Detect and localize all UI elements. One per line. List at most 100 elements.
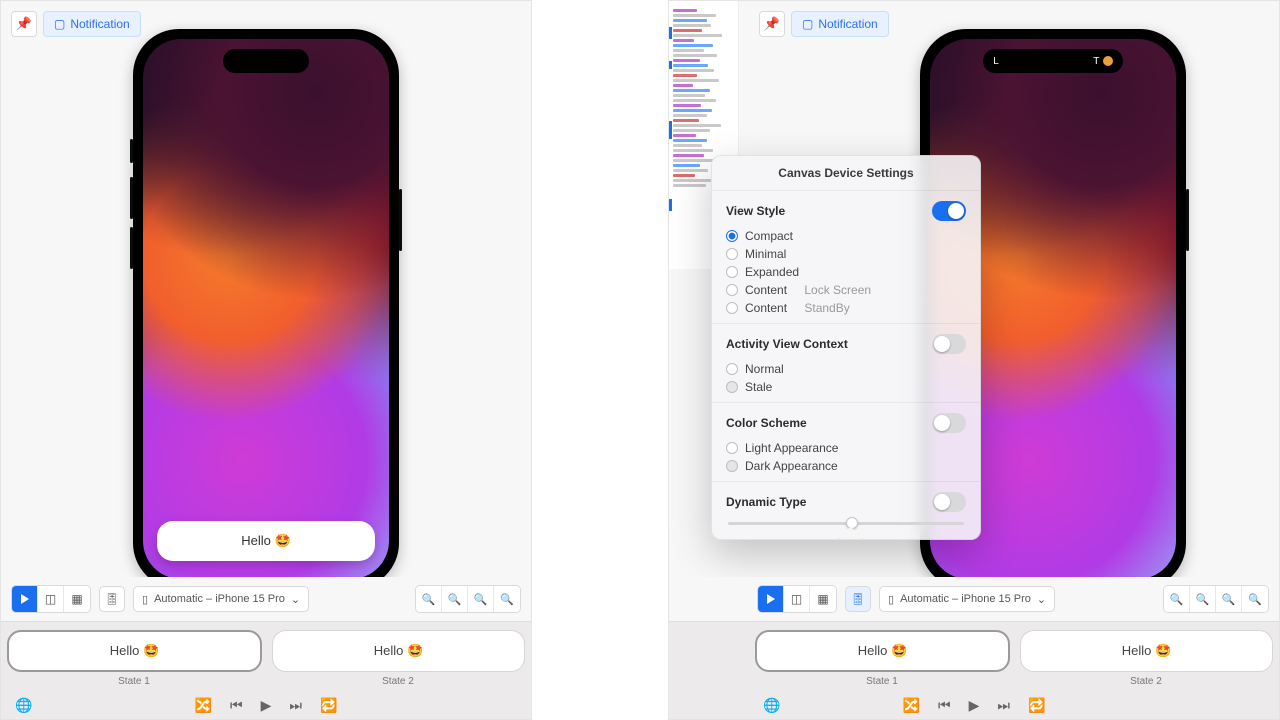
shuffle-button[interactable]: 🔀	[903, 697, 920, 714]
radio-light[interactable]: Light Appearance	[726, 439, 966, 457]
device-selector[interactable]: ▯ Automatic – iPhone 15 Pro ⌄	[879, 586, 1055, 612]
zoom-in-icon: 🔍	[474, 593, 488, 606]
timeline-toolbar: 🌐 🔀 ⏮ ▶ ⏭ 🔁	[669, 691, 1279, 719]
grid-icon: ▦	[71, 592, 82, 606]
state-label-1: State 1	[7, 676, 261, 687]
avc-title: Activity View Context	[726, 337, 848, 351]
island-leading-text: L	[993, 56, 999, 67]
view-style-title: View Style	[726, 204, 785, 218]
device-settings-button[interactable]: 🎚	[845, 586, 871, 612]
zoom-reset-icon: 🔍	[448, 593, 462, 606]
canvas-toolbar: ◫ ▦ 🎚 ▯ Automatic – iPhone 15 Pro ⌄ 🔍 🔍 …	[1, 577, 531, 621]
state-label-1: State 1	[755, 676, 1009, 687]
radio-label: Minimal	[745, 247, 786, 261]
zoom-in-icon: 🔍	[1222, 593, 1236, 606]
radio-content-standby[interactable]: Content StandBy	[726, 299, 966, 317]
island-trailing-icon	[1103, 56, 1113, 66]
live-preview-button[interactable]	[12, 586, 38, 612]
pin-button[interactable]: 📌	[759, 11, 785, 37]
variants-button[interactable]: ▦	[64, 586, 90, 612]
dynamic-type-slider[interactable]	[728, 522, 964, 525]
device-frame: Hello 🤩	[133, 29, 399, 577]
radio-compact[interactable]: Compact	[726, 227, 966, 245]
zoom-100-button[interactable]: 🔍	[1190, 586, 1216, 612]
globe-button[interactable]: 🌐	[763, 697, 780, 714]
prev-button[interactable]: ⏮	[230, 697, 243, 714]
shuffle-button[interactable]: 🔀	[195, 697, 212, 714]
radio-expanded[interactable]: Expanded	[726, 263, 966, 281]
radio-label: Compact	[745, 229, 793, 243]
radio-icon	[726, 230, 738, 242]
radio-icon	[726, 248, 738, 260]
selectable-button[interactable]: ◫	[784, 586, 810, 612]
prev-button[interactable]: ⏮	[938, 697, 951, 714]
dynamic-type-title: Dynamic Type	[726, 495, 806, 509]
variants-button[interactable]: ▦	[810, 586, 836, 612]
phone-icon: ▯	[142, 593, 148, 606]
live-preview-button[interactable]	[758, 586, 784, 612]
radio-icon	[726, 381, 738, 393]
loop-button[interactable]: 🔁	[1028, 697, 1045, 714]
play-button[interactable]: ▶	[969, 697, 980, 714]
zoom-in-button[interactable]: 🔍	[1216, 586, 1242, 612]
context-tag-notification[interactable]: ▢ Notification	[43, 11, 141, 37]
globe-button[interactable]: 🌐	[15, 697, 32, 714]
loop-button[interactable]: 🔁	[320, 697, 337, 714]
zoom-out-icon: 🔍	[1170, 593, 1184, 606]
zoom-fit-icon: 🔍	[500, 593, 514, 606]
notification-icon: ▢	[802, 17, 813, 31]
radio-dark[interactable]: Dark Appearance	[726, 457, 966, 475]
state-card-text: Hello 🤩	[374, 643, 423, 659]
next-button[interactable]: ⏭	[289, 697, 302, 714]
context-tag-label: Notification	[818, 17, 877, 31]
play-button[interactable]: ▶	[261, 697, 272, 714]
preview-pane-right: 📌 ▢ Notification L T Canvas Device Setti…	[668, 0, 1280, 720]
radio-icon	[726, 302, 738, 314]
dynamic-island	[223, 49, 309, 73]
view-style-toggle[interactable]	[932, 201, 966, 221]
dynamic-island-expanded: L T	[983, 49, 1123, 73]
color-scheme-title: Color Scheme	[726, 416, 807, 430]
color-scheme-toggle[interactable]	[932, 413, 966, 433]
timeline-toolbar: 🌐 🔀 ⏮ ▶ ⏭ 🔁	[1, 691, 531, 719]
zoom-in-button[interactable]: 🔍	[468, 586, 494, 612]
radio-avc-normal[interactable]: Normal	[726, 360, 966, 378]
radio-icon	[726, 460, 738, 472]
sliders-icon: 🎚	[104, 592, 119, 606]
dynamic-type-toggle[interactable]	[932, 492, 966, 512]
device-selector[interactable]: ▯ Automatic – iPhone 15 Pro ⌄	[133, 586, 309, 612]
state-card-2[interactable]: Hello 🤩	[1020, 630, 1273, 672]
pin-button[interactable]: 📌	[11, 11, 37, 37]
zoom-fit-button[interactable]: 🔍	[1242, 586, 1268, 612]
slider-thumb[interactable]	[846, 517, 858, 529]
radio-label: Stale	[745, 380, 772, 394]
device-settings-button[interactable]: 🎚	[99, 586, 125, 612]
zoom-100-button[interactable]: 🔍	[442, 586, 468, 612]
chevron-down-icon: ⌄	[291, 593, 300, 606]
radio-label: Normal	[745, 362, 784, 376]
radio-label: Content	[745, 283, 787, 297]
device-screen: Hello 🤩	[143, 39, 389, 577]
pin-icon: 📌	[16, 16, 32, 32]
states-strip: Hello 🤩 Hello 🤩	[669, 621, 1279, 676]
avc-toggle[interactable]	[932, 334, 966, 354]
selectable-button[interactable]: ◫	[38, 586, 64, 612]
section-dynamic-type: Dynamic Type	[712, 482, 980, 539]
radio-minimal[interactable]: Minimal	[726, 245, 966, 263]
state-card-2[interactable]: Hello 🤩	[272, 630, 525, 672]
zoom-out-button[interactable]: 🔍	[1164, 586, 1190, 612]
cursor-icon: ◫	[791, 592, 802, 606]
section-color-scheme: Color Scheme Light Appearance Dark Appea…	[712, 403, 980, 482]
state-card-1[interactable]: Hello 🤩	[755, 630, 1010, 672]
radio-avc-stale[interactable]: Stale	[726, 378, 966, 396]
radio-content-lock[interactable]: Content Lock Screen	[726, 281, 966, 299]
zoom-fit-button[interactable]: 🔍	[494, 586, 520, 612]
zoom-out-button[interactable]: 🔍	[416, 586, 442, 612]
cursor-icon: ◫	[45, 592, 56, 606]
context-tag-notification[interactable]: ▢ Notification	[791, 11, 889, 37]
radio-label: Dark Appearance	[745, 459, 838, 473]
state-card-1[interactable]: Hello 🤩	[7, 630, 262, 672]
radio-icon	[726, 284, 738, 296]
radio-label-suffix: StandBy	[804, 301, 849, 315]
next-button[interactable]: ⏭	[997, 697, 1010, 714]
